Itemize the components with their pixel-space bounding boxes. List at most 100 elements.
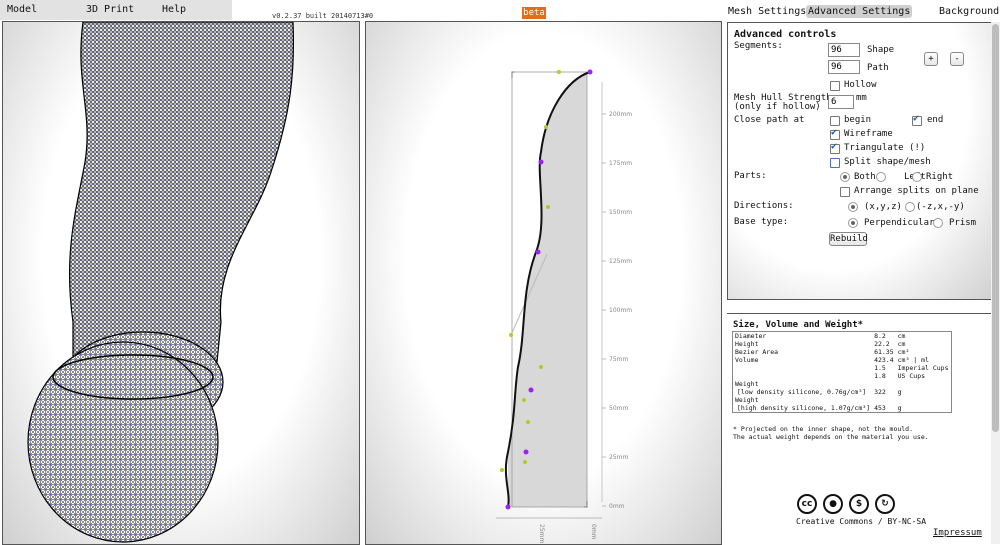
mesh-3d-view[interactable] (2, 21, 360, 545)
size-cell: 61.35 (874, 348, 894, 356)
size-cell: cm³ | ml (897, 356, 929, 364)
split-checkbox[interactable] (830, 158, 840, 168)
size-row: 1.8 US Cups (733, 372, 952, 380)
control-point[interactable] (538, 159, 544, 165)
size-volume-panel: Size, Volume and Weight* Diameter 8.2 cm He… (727, 313, 991, 545)
size-row: Volume 423.4 cm³ | ml (733, 356, 952, 364)
high-density-unit: g (897, 404, 902, 412)
sa-icon: ↻ (875, 494, 895, 514)
handle-point[interactable] (544, 125, 548, 129)
plus-button[interactable]: + (924, 52, 938, 66)
split-label: Split shape/mesh (844, 157, 931, 167)
control-point[interactable] (587, 69, 593, 75)
scrollbar-thumb[interactable] (992, 24, 999, 432)
hollow-checkbox[interactable] (830, 81, 840, 91)
direction-zxy-radio[interactable] (905, 202, 915, 212)
handle-point[interactable] (557, 70, 561, 74)
handle-point[interactable] (539, 365, 543, 369)
end-label: end (927, 115, 944, 125)
advanced-heading: Advanced controls (734, 29, 837, 40)
ruler-tick-label: 125mm (609, 258, 632, 265)
menu-model[interactable]: Model (7, 4, 37, 15)
size-heading: Size, Volume and Weight* (733, 320, 864, 330)
size-cell (733, 372, 873, 380)
mesh-hull-input[interactable] (828, 95, 854, 109)
shape-segments-input[interactable] (828, 43, 860, 57)
parts-both-radio[interactable] (840, 172, 850, 182)
bottom-ruler-label: 0mm (590, 524, 597, 540)
parts-label: Parts: (734, 171, 767, 181)
tab-mesh-settings[interactable]: Mesh Settings (726, 5, 808, 18)
size-cell: Height (735, 340, 759, 348)
end-checkbox[interactable] (912, 113, 922, 126)
size-cell: 8.2 (874, 332, 886, 340)
projection-note: * Projected on the inner shape, not the … (733, 425, 914, 433)
direction-xyz-radio[interactable] (848, 202, 858, 212)
control-point[interactable] (505, 504, 511, 510)
ruler-tick-label: 50mm (609, 405, 628, 412)
control-point[interactable] (535, 249, 541, 255)
tab-advanced-settings[interactable]: Advanced Settings (806, 5, 913, 18)
advanced-controls-panel: Advanced controls Segments: Shape Path +… (727, 22, 993, 300)
size-cell: cm² (897, 348, 910, 356)
handle-point[interactable] (522, 398, 526, 402)
begin-checkbox[interactable] (830, 116, 840, 126)
weight-label: Weight (735, 380, 759, 388)
parts-left-radio[interactable] (876, 172, 886, 182)
ruler-tick-label: 0mm (609, 503, 625, 510)
menu-3d-print[interactable]: 3D Print (86, 4, 134, 15)
path-editor[interactable]: 200mm 175mm 150mm 125mm 100mm 75mm 50mm 25mm 0mm… (365, 21, 722, 545)
control-point[interactable] (528, 387, 534, 393)
path-segments-input[interactable] (828, 60, 860, 74)
menu-bar: Model 3D Print Help (0, 0, 232, 20)
path-label: Path (867, 63, 889, 73)
segments-label: Segments: (734, 41, 783, 51)
control-point[interactable] (523, 449, 529, 455)
handle-point[interactable] (509, 333, 513, 337)
size-cell: 423.4 (874, 356, 894, 364)
wireframe-checkbox[interactable] (830, 127, 840, 140)
minus-button[interactable]: - (950, 52, 964, 66)
base-prism-radio[interactable] (933, 218, 943, 228)
size-cell (733, 364, 873, 372)
beta-badge: beta (522, 7, 546, 19)
hollow-label: Hollow (844, 80, 877, 90)
base-perpendicular-radio[interactable] (848, 218, 858, 228)
version-label: v0.2.37 built 20140713#0 (272, 12, 374, 20)
license-text[interactable]: Creative Commons / BY-NC-SA (796, 517, 926, 526)
size-row: Diameter 8.2 cm (733, 332, 952, 341)
size-cell: Imperial Cups (897, 364, 949, 372)
bezier-editor-svg[interactable]: 200mm 175mm 150mm 125mm 100mm 75mm 50mm 25mm 0mm… (366, 22, 721, 544)
size-cell: Volume (735, 356, 759, 364)
directions-label: Directions: (734, 201, 794, 211)
impressum-link[interactable]: Impressum (933, 528, 982, 538)
mesh-hull-sublabel: (only if hollow) (734, 102, 821, 112)
handle-point[interactable] (500, 468, 504, 472)
material-note: The actual weight depends on the materia… (733, 433, 929, 441)
direction-zxy-label: (-z,x,-y) (916, 202, 965, 212)
triangulate-checkbox[interactable] (830, 141, 840, 154)
scrollbar[interactable] (991, 22, 1000, 544)
handle-point[interactable] (523, 460, 527, 464)
parts-both-label: Both (854, 172, 876, 182)
rebuild-button[interactable]: Rebuild (829, 232, 868, 246)
size-cell: cm (897, 332, 906, 340)
handle-point[interactable] (546, 205, 550, 209)
ruler-tick-label: 100mm (609, 307, 632, 314)
size-cell: Bezier Area (735, 348, 779, 356)
arrange-splits-checkbox[interactable] (840, 187, 850, 197)
size-row: Height 22.2 cm (733, 340, 952, 348)
by-icon: ● (823, 494, 843, 514)
low-density-value: 322 (874, 388, 886, 396)
parts-right-radio[interactable] (912, 172, 922, 182)
handle-point[interactable] (526, 420, 530, 424)
size-cell: 1.8 (874, 372, 886, 380)
low-density-label: [low density silicone, 0.76g/cm³] (737, 388, 867, 396)
low-density-unit: g (897, 388, 902, 396)
tab-background[interactable]: Background (937, 5, 1000, 18)
menu-help[interactable]: Help (162, 4, 186, 15)
size-table: Diameter 8.2 cm Height 22.2 cm Bezier Area 61.3… (732, 331, 952, 413)
mesh-wireframe (27, 22, 295, 543)
close-path-label: Close path at (734, 115, 805, 125)
ruler-tick-label: 200mm (609, 111, 632, 118)
